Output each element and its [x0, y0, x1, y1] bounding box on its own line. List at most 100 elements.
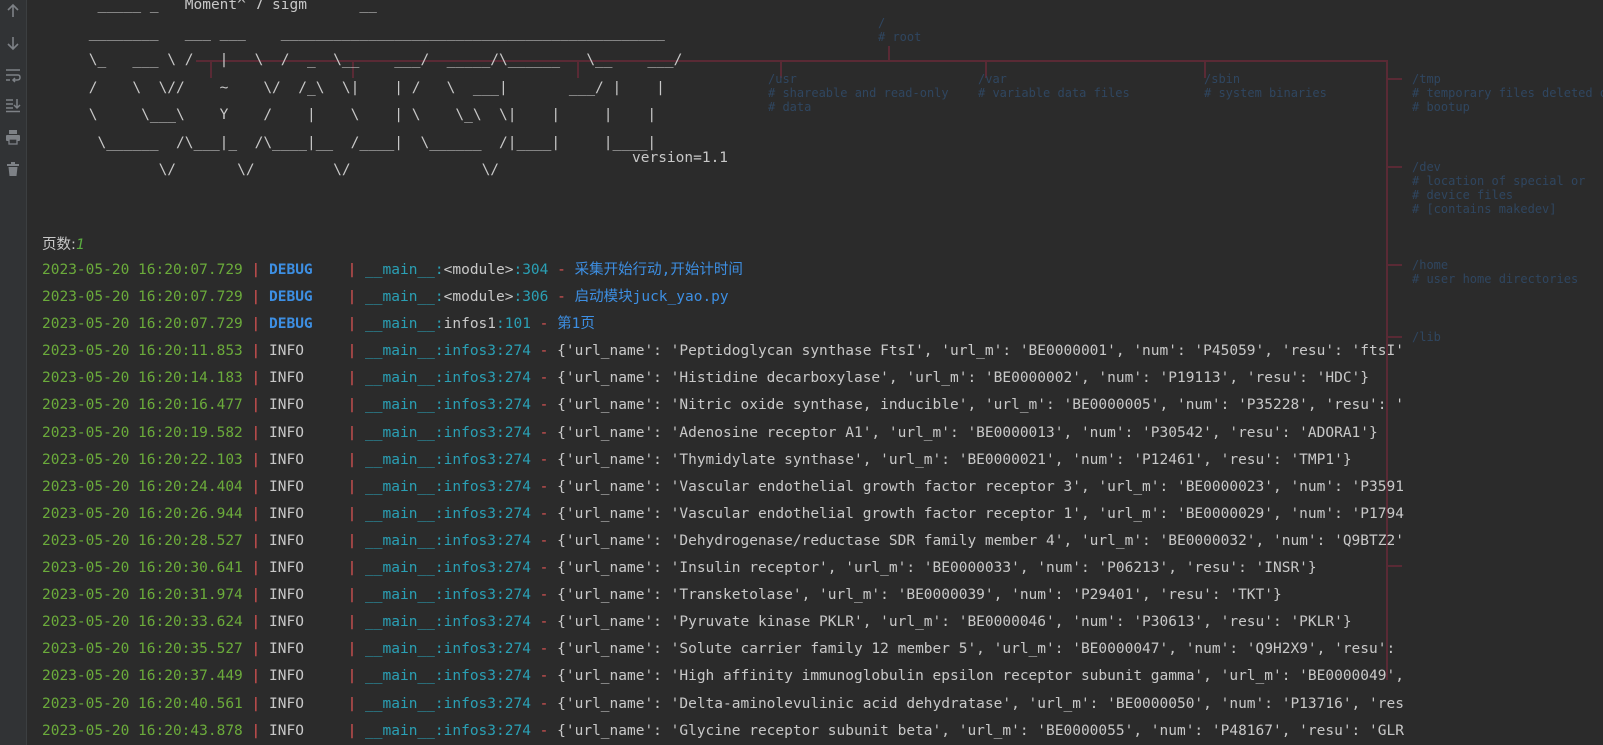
log-separator: | [338, 397, 366, 414]
log-colon: : [513, 289, 523, 306]
log-separator: | [338, 722, 366, 739]
log-colon: : [496, 478, 505, 495]
log-function: infos3 [443, 641, 497, 658]
log-module: __main__ [365, 343, 435, 360]
log-level: INFO [269, 641, 339, 658]
log-dash: - [530, 614, 558, 631]
scroll-to-end-icon[interactable] [4, 96, 22, 114]
log-dash: - [530, 668, 558, 685]
log-dash: - [530, 532, 558, 549]
log-line-number: 274 [504, 370, 531, 387]
log-dash: - [530, 478, 558, 495]
arrow-down-icon[interactable] [4, 34, 22, 52]
log-row: 2023-05-20 16:20:31.974 | INFO | __main_… [42, 582, 1413, 609]
log-separator: | [242, 668, 269, 685]
log-colon: : [496, 532, 505, 549]
log-message: {'url_name': 'Transketolase', 'url_m': '… [557, 587, 1282, 604]
trash-icon[interactable] [4, 160, 22, 178]
log-line-number: 274 [504, 397, 531, 414]
log-colon: : [434, 505, 444, 522]
log-line-number: 274 [504, 478, 531, 495]
log-level: INFO [269, 451, 339, 468]
ascii-banner: _____ _ Moment^ 7 sigm __ ________ ___ _… [88, 0, 683, 178]
pages-count: 页数:1 [42, 233, 85, 254]
log-timestamp: 2023-05-20 16:20:35.527 [42, 641, 243, 658]
bg-tmp-label: /tmp # temporary files deleted o # bootu… [1412, 72, 1603, 114]
bg-usr-label: /usr # shareable and read-only # data [768, 72, 949, 114]
log-timestamp: 2023-05-20 16:20:22.103 [42, 451, 243, 468]
log-function: infos1 [443, 316, 497, 333]
log-colon: : [496, 641, 505, 658]
log-line-number: 274 [504, 695, 531, 712]
bg-lib-label: /lib [1412, 330, 1441, 344]
log-separator: | [338, 641, 366, 658]
log-colon: : [434, 478, 444, 495]
log-separator: | [242, 722, 269, 739]
log-colon: : [496, 316, 505, 333]
log-dash: - [530, 505, 558, 522]
log-timestamp: 2023-05-20 16:20:43.878 [42, 722, 243, 739]
log-colon: : [434, 316, 444, 333]
log-line-number: 274 [504, 560, 531, 577]
console-toolbar [0, 0, 27, 745]
log-line-number: 274 [504, 451, 531, 468]
log-message: {'url_name': 'Dehydrogenase/reductase SD… [557, 532, 1404, 549]
log-separator: | [338, 289, 366, 306]
log-timestamp: 2023-05-20 16:20:28.527 [42, 532, 243, 549]
log-colon: : [496, 397, 505, 414]
soft-wrap-icon[interactable] [4, 66, 22, 84]
log-level: INFO [269, 397, 339, 414]
log-function: infos3 [443, 668, 497, 685]
log-separator: | [338, 505, 366, 522]
log-separator: | [338, 614, 366, 631]
log-line-number: 274 [504, 505, 531, 522]
log-dash: - [548, 289, 575, 306]
log-separator: | [338, 262, 366, 278]
log-line-number: 274 [504, 722, 531, 739]
log-row: 2023-05-20 16:20:07.729 | DEBUG | __main… [42, 311, 1413, 338]
log-level: INFO [269, 532, 339, 549]
log-message: 启动模块juck_yao.py [574, 289, 729, 306]
log-separator: | [338, 532, 366, 549]
log-level: INFO [269, 695, 339, 712]
log-row: 2023-05-20 16:20:07.729 | DEBUG | __main… [42, 284, 1413, 311]
log-line-number: 274 [504, 668, 531, 685]
log-message: {'url_name': 'Adenosine receptor A1', 'u… [557, 424, 1378, 441]
log-line-number: 101 [504, 316, 531, 333]
log-dash: - [548, 262, 575, 278]
log-timestamp: 2023-05-20 16:20:07.729 [42, 289, 243, 306]
arrow-up-icon[interactable] [4, 2, 22, 20]
log-separator: | [338, 668, 366, 685]
log-message: {'url_name': 'Vascular endothelial growt… [557, 505, 1404, 522]
log-separator: | [338, 370, 366, 387]
log-line-number: 306 [522, 289, 549, 306]
log-separator: | [242, 614, 269, 631]
log-timestamp: 2023-05-20 16:20:07.729 [42, 262, 243, 278]
log-row: 2023-05-20 16:20:07.729 | DEBUG | __main… [42, 257, 1413, 284]
print-icon[interactable] [4, 128, 22, 146]
log-timestamp: 2023-05-20 16:20:30.641 [42, 560, 243, 577]
log-separator: | [338, 343, 366, 360]
log-separator: | [242, 316, 269, 333]
log-colon: : [434, 641, 444, 658]
log-colon: : [434, 424, 444, 441]
log-level: INFO [269, 668, 339, 685]
log-timestamp: 2023-05-20 16:20:26.944 [42, 505, 243, 522]
log-colon: : [496, 614, 505, 631]
log-row: 2023-05-20 16:20:35.527 | INFO | __main_… [42, 636, 1413, 663]
log-separator: | [338, 316, 366, 333]
log-message: {'url_name': 'Glycine receptor subunit b… [557, 722, 1404, 739]
log-module: __main__ [365, 451, 435, 468]
log-line-number: 274 [504, 532, 531, 549]
log-module: __main__ [365, 316, 435, 333]
log-message: 第1页 [557, 316, 595, 333]
log-line-number: 274 [504, 343, 531, 360]
log-function: infos3 [443, 722, 497, 739]
log-dash: - [530, 424, 558, 441]
log-colon: : [496, 695, 505, 712]
log-separator: | [338, 424, 366, 441]
log-dash: - [530, 695, 558, 712]
log-colon: : [434, 668, 444, 685]
log-timestamp: 2023-05-20 16:20:11.853 [42, 343, 243, 360]
log-timestamp: 2023-05-20 16:20:16.477 [42, 397, 243, 414]
